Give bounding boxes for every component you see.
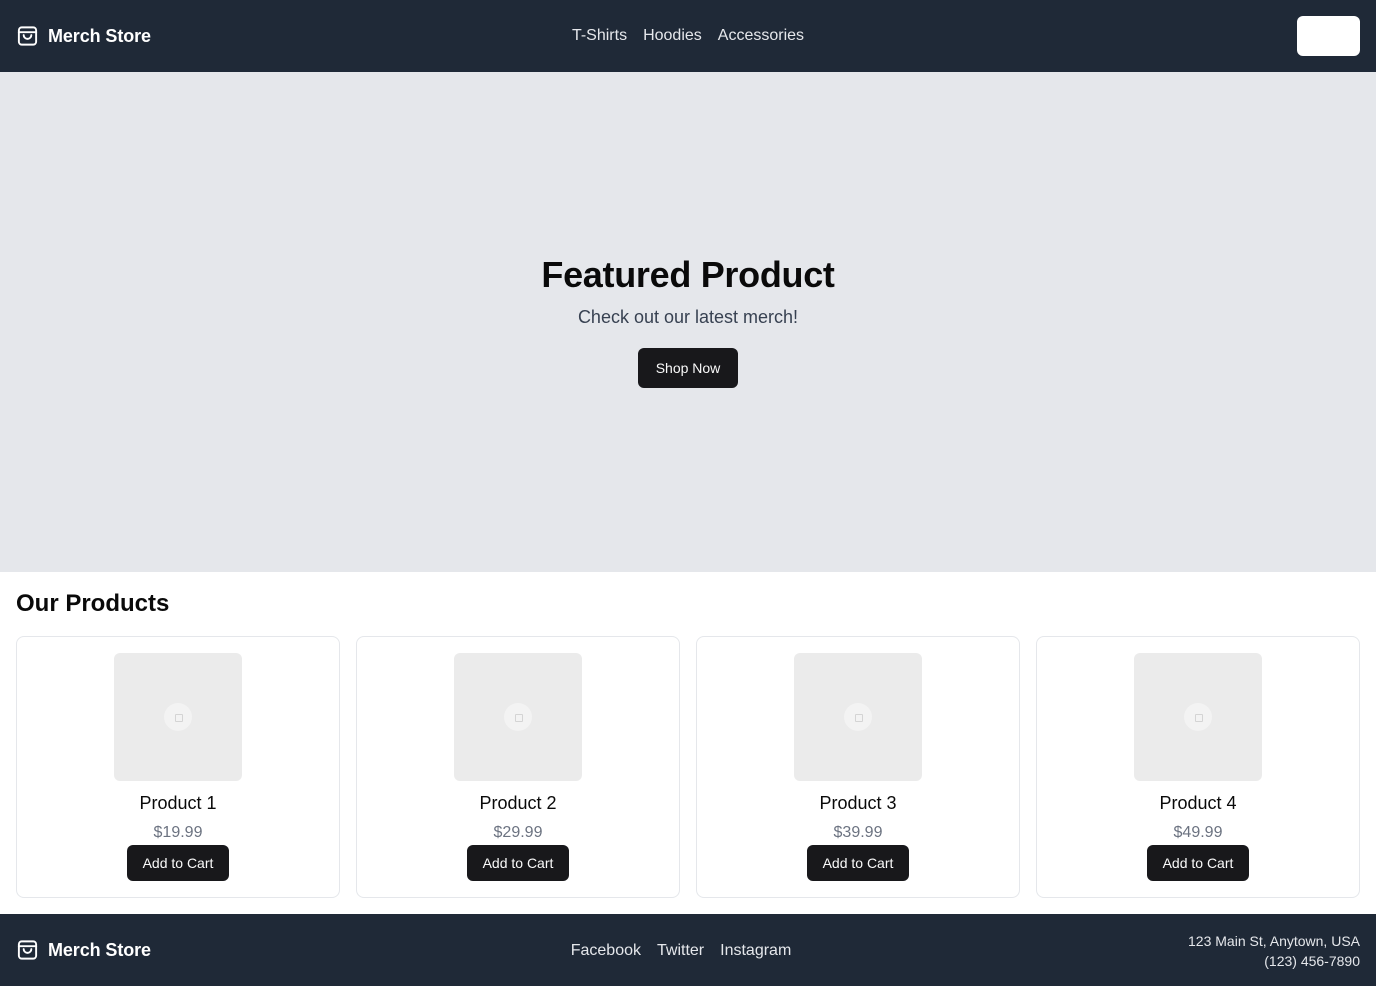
contact-phone: (123) 456-7890	[1264, 953, 1360, 969]
image-placeholder-icon	[1184, 703, 1212, 731]
product-price: $29.99	[493, 824, 543, 841]
product-image	[454, 653, 582, 781]
products-section-title: Our Products	[16, 590, 170, 617]
contact-info: 123 Main St, Anytown, USA (123) 456-7890	[1188, 931, 1360, 971]
shop-now-button[interactable]: Shop Now	[638, 348, 738, 388]
product-image	[114, 653, 242, 781]
add-to-cart-button[interactable]: Add to Cart	[127, 845, 229, 881]
image-placeholder-icon	[844, 703, 872, 731]
main-nav: T-Shirts Hoodies Accessories	[0, 26, 1376, 46]
shopping-bag-icon	[17, 26, 38, 46]
product-name: Product 1	[139, 793, 217, 813]
footer-brand-name: Merch Store	[48, 939, 151, 960]
product-price: $39.99	[833, 824, 883, 841]
footer-link-facebook[interactable]: Facebook	[571, 941, 641, 961]
product-grid: Product 1 $19.99 Add to Cart Product 2 $…	[16, 636, 1360, 898]
product-image	[1134, 653, 1262, 781]
image-placeholder-icon	[164, 703, 192, 731]
brand-name: Merch Store	[48, 25, 151, 46]
footer-brand-link[interactable]: Merch Store	[16, 936, 151, 964]
add-to-cart-button[interactable]: Add to Cart	[807, 845, 909, 881]
product-card: Product 2 $29.99 Add to Cart	[356, 636, 680, 898]
footer-link-instagram[interactable]: Instagram	[720, 941, 791, 961]
brand-logo-link[interactable]: Merch Store	[16, 22, 151, 50]
product-name: Product 3	[819, 793, 897, 813]
nav-link-hoodies[interactable]: Hoodies	[643, 26, 702, 46]
add-to-cart-button[interactable]: Add to Cart	[467, 845, 569, 881]
header-action-button[interactable]	[1297, 16, 1360, 56]
footer-link-twitter[interactable]: Twitter	[657, 941, 704, 961]
product-price: $49.99	[1173, 824, 1223, 841]
product-card: Product 1 $19.99 Add to Cart	[16, 636, 340, 898]
product-image	[794, 653, 922, 781]
contact-address: 123 Main St, Anytown, USA	[1188, 933, 1360, 949]
nav-link-t-shirts[interactable]: T-Shirts	[572, 26, 627, 46]
product-card: Product 4 $49.99 Add to Cart	[1036, 636, 1360, 898]
add-to-cart-button[interactable]: Add to Cart	[1147, 845, 1249, 881]
site-footer: Merch Store Facebook Twitter Instagram 1…	[0, 914, 1376, 986]
hero-banner: Featured Product Check out our latest me…	[0, 72, 1376, 572]
shopping-bag-icon	[17, 940, 38, 960]
image-placeholder-icon	[504, 703, 532, 731]
product-name: Product 4	[1159, 793, 1237, 813]
product-card: Product 3 $39.99 Add to Cart	[696, 636, 1020, 898]
nav-link-accessories[interactable]: Accessories	[718, 26, 804, 46]
product-price: $19.99	[153, 824, 203, 841]
site-header: Merch Store T-Shirts Hoodies Accessories	[0, 0, 1376, 72]
social-links: Facebook Twitter Instagram	[0, 941, 1376, 961]
hero-subtitle: Check out our latest merch!	[577, 307, 799, 327]
hero-title: Featured Product	[541, 254, 835, 295]
product-name: Product 2	[479, 793, 557, 813]
